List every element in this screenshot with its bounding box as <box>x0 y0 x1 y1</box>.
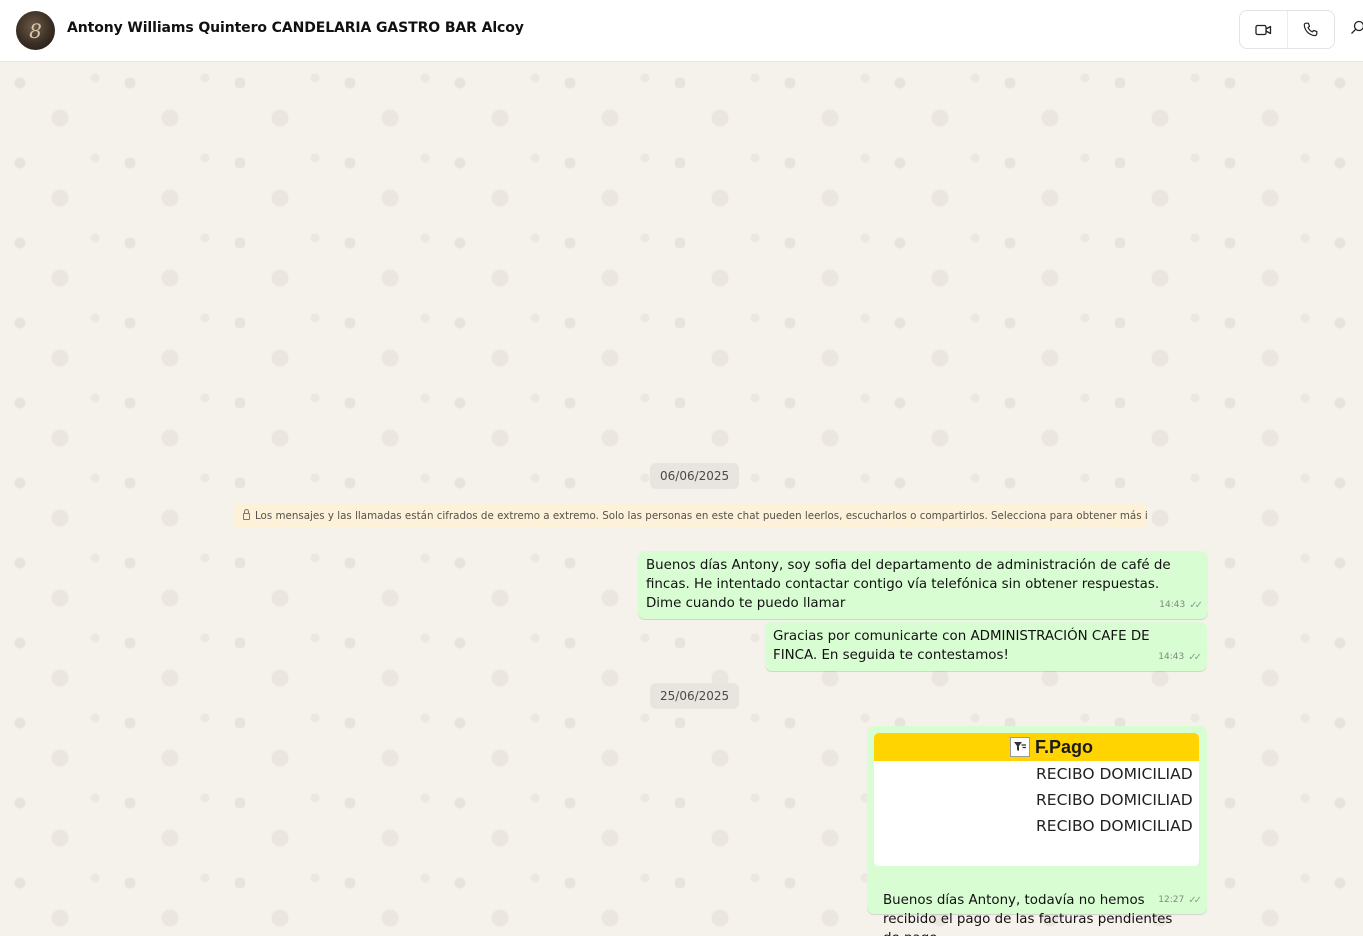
message-bubble[interactable]: Gracias por comunicarte con ADMINISTRACI… <box>765 622 1207 671</box>
image-row: RECIBO DOMICILIAD <box>1036 765 1193 783</box>
voice-call-icon <box>1304 22 1318 37</box>
message-time: 14:43 <box>1158 652 1185 662</box>
lock-icon <box>243 509 250 520</box>
chat-title[interactable]: Antony Williams Quintero CANDELARIA GAST… <box>67 20 524 36</box>
date-separator: 06/06/2025 <box>650 463 740 489</box>
double-check-icon: ✓✓ <box>1189 600 1203 611</box>
double-check-icon: ✓✓ <box>1188 652 1202 663</box>
message-time: 12:27 <box>1158 895 1185 905</box>
search-icon <box>1351 20 1363 34</box>
image-header-row: F.Pago <box>874 733 1199 761</box>
filter-icon <box>1010 737 1030 757</box>
message-text: Buenos días Antony, todavía no hemos rec… <box>875 867 1195 936</box>
contact-avatar[interactable]: 8 <box>16 11 55 50</box>
call-buttons <box>1239 10 1335 49</box>
message-text: Gracias por comunicarte con ADMINISTRACI… <box>773 629 1150 663</box>
encryption-notice[interactable]: Los mensajes y las llamadas están cifrad… <box>233 504 1148 528</box>
voice-call-button[interactable] <box>1286 11 1334 48</box>
double-check-icon: ✓✓ <box>1188 895 1202 906</box>
message-text: Buenos días Antony, soy sofia del depart… <box>646 558 1171 611</box>
image-row: RECIBO DOMICILIAD <box>1036 791 1193 809</box>
search-button[interactable] <box>1350 20 1363 40</box>
image-row: RECIBO DOMICILIAD <box>1036 817 1193 835</box>
message-caption: Buenos días Antony, todavía no hemos rec… <box>883 893 1173 936</box>
message-bubble[interactable]: Buenos días Antony, soy sofia del depart… <box>638 551 1208 619</box>
chat-header: 8 Antony Williams Quintero CANDELARIA GA… <box>0 0 1363 62</box>
video-call-icon <box>1255 24 1272 35</box>
message-image[interactable]: F.Pago RECIBO DOMICILIAD RECIBO DOMICILI… <box>874 733 1199 866</box>
message-meta: 12:27 ✓✓ <box>1158 891 1202 910</box>
image-header-label: F.Pago <box>1035 737 1094 757</box>
date-separator: 25/06/2025 <box>650 683 740 709</box>
message-time: 14:43 <box>1159 600 1186 610</box>
video-call-button[interactable] <box>1240 11 1287 48</box>
message-meta: 14:43 ✓✓ <box>1158 648 1202 667</box>
message-meta: 14:43 ✓✓ <box>1159 596 1203 615</box>
encryption-notice-text: Los mensajes y las llamadas están cifrad… <box>255 510 1148 522</box>
